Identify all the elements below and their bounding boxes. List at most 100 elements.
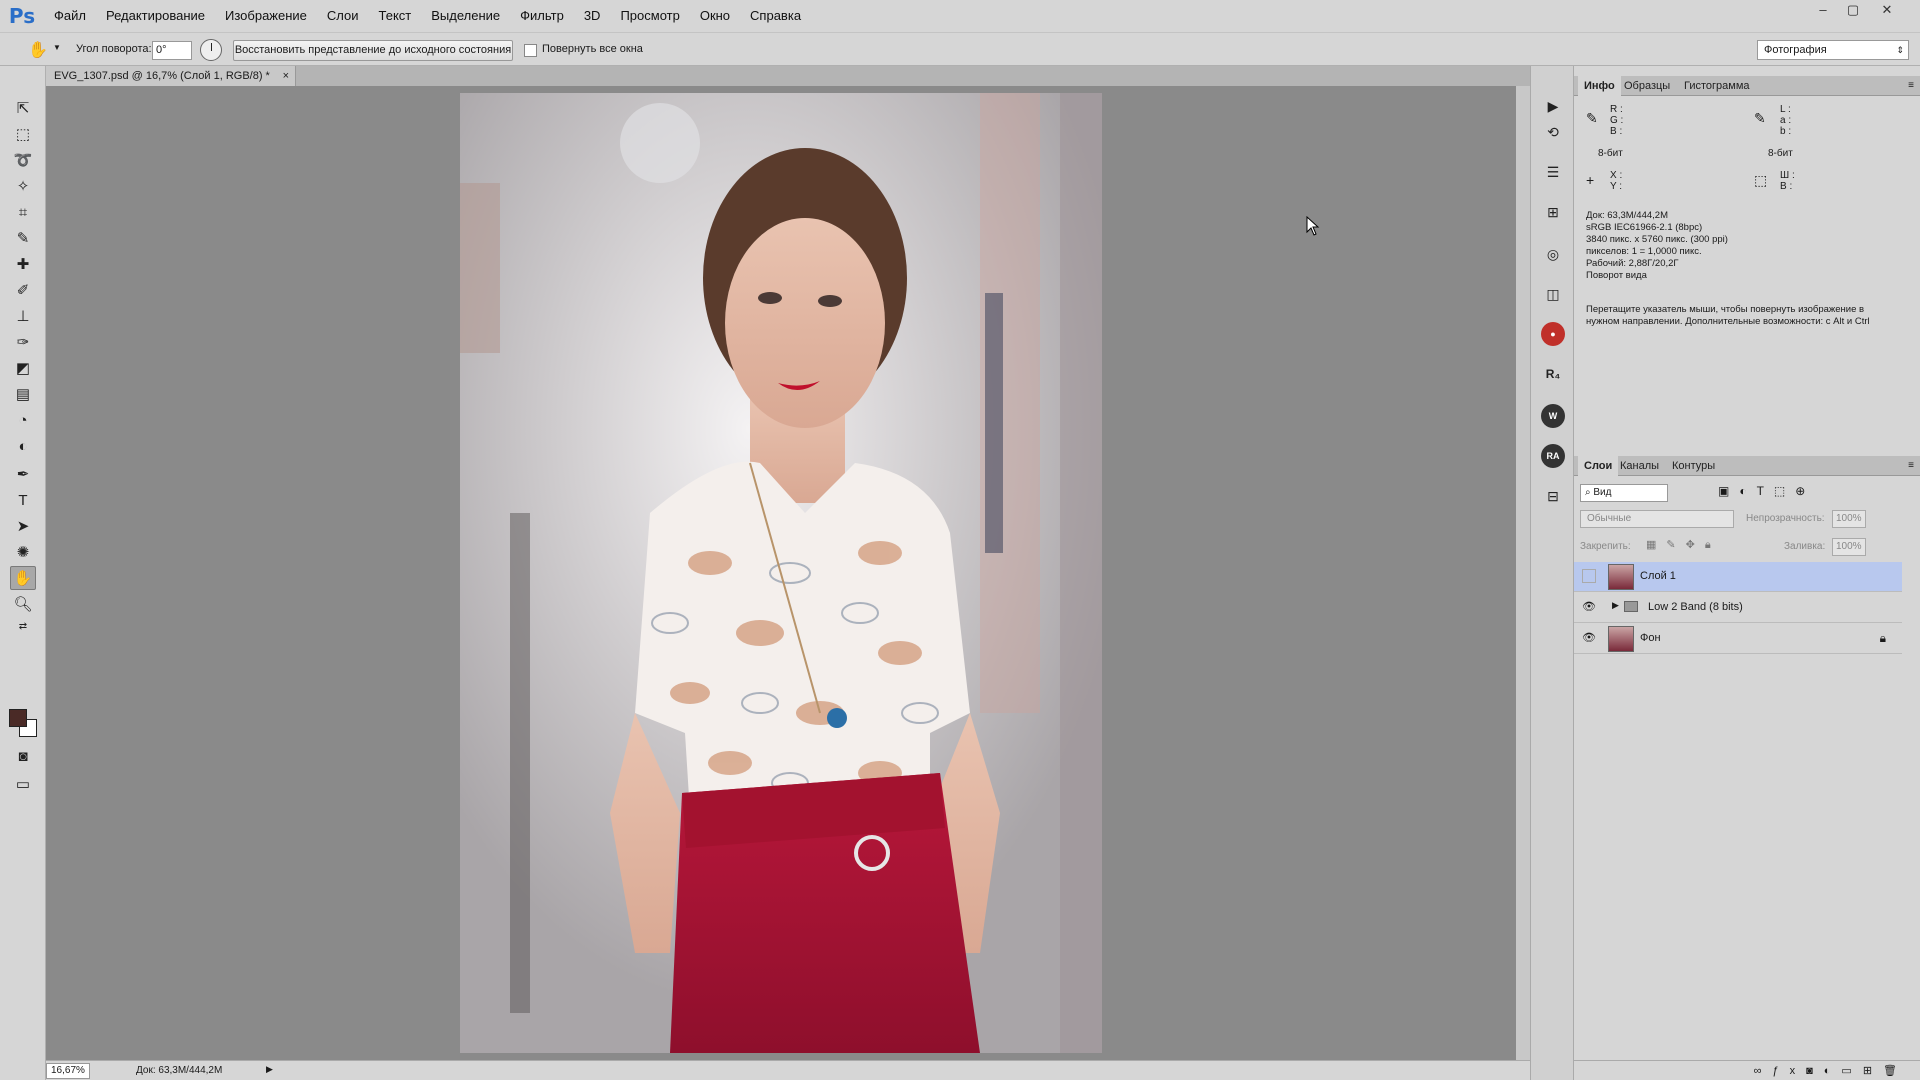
healing-brush-tool-icon[interactable]: ✚ [10, 252, 36, 276]
image-canvas[interactable] [460, 93, 1102, 1053]
menu-3d[interactable]: 3D [574, 0, 611, 32]
fill-input[interactable]: 100% [1832, 538, 1866, 556]
minimize-button[interactable]: – [1808, 0, 1838, 22]
lock-options-icons[interactable]: ▦✎✥🔒︎ [1646, 538, 1721, 552]
layer-filter-icons[interactable]: ▣◐T⬚⊕ [1718, 484, 1815, 498]
marquee-tool-icon[interactable]: ⬚ [10, 122, 36, 146]
rgb-readout: R : G : B : [1610, 104, 1623, 137]
l-label: L : [1780, 104, 1791, 115]
rotate-view-tool-icon[interactable]: ✋ [10, 566, 36, 590]
menu-view[interactable]: Просмотр [610, 0, 689, 32]
layers-panel-tabs: Слои Каналы Контуры ≡ [1574, 456, 1920, 476]
history-brush-tool-icon[interactable]: ✑ [10, 330, 36, 354]
close-icon[interactable]: × [283, 66, 289, 86]
panel-menu-icon[interactable]: ≡ [1908, 456, 1914, 476]
dodge-tool-icon[interactable]: ◐ [10, 434, 36, 458]
actions-panel-icon[interactable]: ▶ [1541, 94, 1565, 118]
rotate-angle-input[interactable]: 0° [152, 41, 192, 60]
options-bar: ✋ ▼ Угол поворота: 0° Восстановить предс… [0, 32, 1920, 66]
tab-channels[interactable]: Каналы [1614, 456, 1665, 476]
lock-icon: 🔒︎ [1879, 631, 1886, 645]
crop-tool-icon[interactable]: ⌗ [10, 200, 36, 224]
retouch-plugin-icon[interactable]: R₄ [1541, 362, 1565, 386]
layers-panel-body: ⌕ Вид ▣◐T⬚⊕ Обычные Непрозрачность: 100%… [1574, 476, 1920, 1080]
tab-layers[interactable]: Слои [1578, 456, 1619, 476]
quick-select-tool-icon[interactable]: ✧ [10, 174, 36, 198]
properties-panel-icon[interactable]: ⊞ [1541, 200, 1565, 224]
reset-view-button[interactable]: Восстановить представление до исходного … [233, 40, 513, 61]
move-tool-icon[interactable]: ⇱ [10, 96, 36, 120]
blend-mode-select[interactable]: Обычные [1580, 510, 1734, 528]
tab-histogram[interactable]: Гистограмма [1678, 76, 1756, 96]
layer-row[interactable]: 👁︎ Фон 🔒︎ [1574, 624, 1902, 654]
layer-row[interactable]: 👁︎ ▶ Low 2 Band (8 bits) [1574, 593, 1902, 623]
layer-filter-select[interactable]: ⌕ Вид [1580, 484, 1668, 502]
plugin-w-icon[interactable]: W [1541, 404, 1565, 428]
gradient-tool-icon[interactable]: ▤ [10, 382, 36, 406]
opacity-input[interactable]: 100% [1832, 510, 1866, 528]
document-tab[interactable]: EVG_1307.psd @ 16,7% (Слой 1, RGB/8) * × [46, 66, 296, 86]
menu-window[interactable]: Окно [690, 0, 740, 32]
eraser-tool-icon[interactable]: ◩ [10, 356, 36, 380]
zoom-level-input[interactable]: 16,67% [46, 1063, 90, 1079]
shape-tool-icon[interactable]: ✺ [10, 540, 36, 564]
tab-info[interactable]: Инфо [1578, 76, 1621, 96]
path-select-tool-icon[interactable]: ➤ [10, 514, 36, 538]
visibility-toggle-icon[interactable] [1582, 569, 1596, 583]
tab-swatches[interactable]: Образцы [1618, 76, 1676, 96]
brush-tool-icon[interactable]: ✐ [10, 278, 36, 302]
vertical-scrollbar[interactable] [1516, 86, 1530, 1060]
menu-help[interactable]: Справка [740, 0, 811, 32]
close-window-button[interactable]: ✕ [1872, 0, 1902, 22]
rotate-all-checkbox[interactable] [524, 44, 537, 57]
quick-mask-icon[interactable]: ◙ [10, 744, 36, 768]
layer-thumbnail [1608, 626, 1634, 652]
info-panel-body: ✎ R : G : B : 8-бит ✎ L : a : b : 8-бит … [1574, 96, 1920, 396]
brush-plugin-icon[interactable]: ◫ [1541, 282, 1565, 306]
tool-preset-chevron-icon[interactable]: ▼ [53, 43, 61, 52]
eyedropper-icon: ✎ [1754, 110, 1766, 126]
photo-woman-portrait [460, 93, 1102, 1053]
eye-icon[interactable]: 👁︎ [1582, 600, 1596, 614]
pen-tool-icon[interactable]: ✒ [10, 462, 36, 486]
menu-file[interactable]: Файл [44, 0, 96, 32]
zoom-tool-icon[interactable]: 🔍︎ [10, 592, 36, 616]
layers-footer-icons[interactable]: ∞ƒx◙◐▭⊞🗑︎ [1574, 1060, 1920, 1080]
clone-stamp-tool-icon[interactable]: ⊥ [10, 304, 36, 328]
tab-paths[interactable]: Контуры [1666, 456, 1721, 476]
maximize-button[interactable]: ▢ [1838, 0, 1868, 22]
lasso-tool-icon[interactable]: ➰ [10, 148, 36, 172]
type-tool-icon[interactable]: T [10, 488, 36, 512]
folder-icon [1624, 601, 1638, 612]
swap-colors-icon[interactable]: ⇄ [10, 618, 36, 634]
status-menu-arrow-icon[interactable]: ▶ [266, 1064, 273, 1075]
panel-menu-icon[interactable]: ≡ [1908, 76, 1914, 96]
eyedropper-tool-icon[interactable]: ✎ [10, 226, 36, 250]
blur-tool-icon[interactable]: ◔ [10, 408, 36, 432]
menu-filter[interactable]: Фильтр [510, 0, 574, 32]
rotate-all-label: Повернуть все окна [542, 43, 643, 55]
plugin-red-icon[interactable]: ● [1541, 322, 1565, 346]
chevron-right-icon[interactable]: ▶ [1612, 600, 1619, 611]
rotate-view-tool-icon[interactable]: ✋ [26, 38, 50, 62]
menu-edit[interactable]: Редактирование [96, 0, 215, 32]
menu-type[interactable]: Текст [369, 0, 422, 32]
layer-row[interactable]: Слой 1 [1574, 562, 1902, 592]
history-panel-icon[interactable]: ⟲ [1541, 120, 1565, 144]
plugin-ra-icon[interactable]: RA [1541, 444, 1565, 468]
plugin-panel-icon[interactable]: ⊟ [1541, 484, 1565, 508]
filter-plugin-icon[interactable]: ◎ [1541, 242, 1565, 266]
layer-name: Low 2 Band (8 bits) [1648, 601, 1743, 613]
menu-select[interactable]: Выделение [421, 0, 510, 32]
opacity-label: Непрозрачность: [1746, 513, 1825, 524]
foreground-color-swatch[interactable] [9, 709, 27, 727]
eye-icon[interactable]: 👁︎ [1582, 631, 1596, 645]
workspace-select[interactable]: Фотография ⇕ [1757, 40, 1909, 60]
screen-mode-icon[interactable]: ▭ [10, 772, 36, 796]
menu-layers[interactable]: Слои [317, 0, 369, 32]
adjustments-panel-icon[interactable]: ☰ [1541, 160, 1565, 184]
rotate-dial-icon[interactable] [200, 39, 222, 61]
xy-readout: X : Y : [1610, 170, 1622, 192]
doc-info-line: Рабочий: 2,88Г/20,2Г [1586, 258, 1679, 269]
menu-image[interactable]: Изображение [215, 0, 317, 32]
